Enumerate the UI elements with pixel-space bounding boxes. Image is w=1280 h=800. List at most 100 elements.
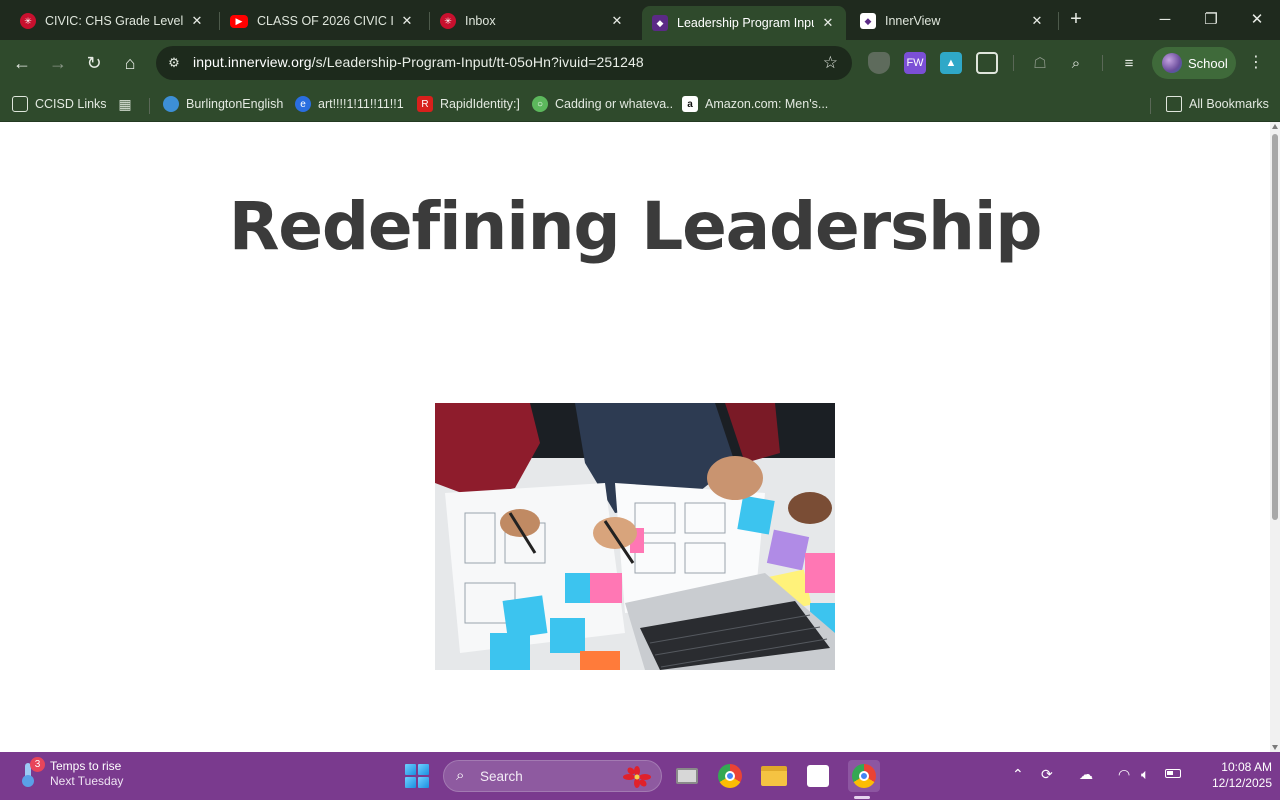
formwise-extension-icon[interactable]: FW: [904, 52, 926, 74]
bookmark-amazon[interactable]: a Amazon.com: Men's...: [682, 93, 828, 115]
onshape-icon: ○: [532, 96, 548, 112]
tab-title: CIVIC: CHS Grade Level: [45, 14, 183, 28]
close-tab-icon[interactable]: ✕: [820, 15, 836, 31]
back-arrow-icon[interactable]: ←: [10, 51, 34, 75]
bookmark-label: Amazon.com: Men's...: [705, 97, 829, 111]
tab-civic-grade-level[interactable]: ✳ CIVIC: CHS Grade Level ✕: [10, 6, 215, 36]
site-info-icon[interactable]: ⚙: [166, 55, 182, 71]
civic-icon: ✳: [20, 13, 36, 29]
clock-date: 12/12/2025: [1211, 776, 1272, 790]
profile-label: School: [1188, 55, 1228, 71]
youtube-icon: ▶: [230, 14, 248, 28]
tab-title: CLASS OF 2026 CIVIC IMP: [257, 14, 393, 28]
restore-icon[interactable]: ❐: [1196, 8, 1226, 32]
bookmark-label: art!!!!1!11!!11!!1: [318, 97, 404, 111]
minimize-icon[interactable]: ─: [1150, 8, 1180, 32]
toolbar-divider: [1102, 55, 1103, 71]
bookmark-label: Cadding or whateva..: [555, 97, 674, 111]
volume-icon[interactable]: 🔈︎: [1141, 766, 1149, 783]
show-hidden-icons-chevron-icon[interactable]: ⌃: [1012, 766, 1024, 783]
toolbar-divider: [1013, 55, 1014, 71]
incognito-icon[interactable]: ☖: [1029, 52, 1051, 74]
edge-icon: e: [295, 96, 311, 112]
clock-time: 10:08 AM: [1221, 760, 1272, 774]
page-viewport: Redefining Leadership: [0, 122, 1270, 752]
tab-leadership-program-input[interactable]: ◆ Leadership Program Input ✕: [642, 6, 846, 40]
page-title: Redefining Leadership: [228, 188, 1043, 265]
battery-icon[interactable]: [1165, 769, 1181, 778]
microsoft-store-icon[interactable]: [804, 762, 832, 790]
wifi-icon[interactable]: ◠: [1118, 766, 1130, 783]
tab-strip: ✳ CIVIC: CHS Grade Level ✕ ▶ CLASS OF 20…: [0, 0, 1280, 40]
forward-arrow-icon[interactable]: →: [46, 51, 70, 75]
scrollbar-thumb[interactable]: [1272, 134, 1278, 520]
task-view-icon[interactable]: [673, 762, 701, 790]
folder-icon: [1166, 96, 1182, 112]
bookmark-cadding[interactable]: ○ Cadding or whateva..: [532, 93, 673, 115]
extensions-puzzle-icon[interactable]: [976, 52, 998, 74]
bookmark-ccisd-links[interactable]: CCISD Links: [12, 93, 107, 115]
reload-icon[interactable]: ↻: [82, 51, 106, 75]
poinsettia-icon: [623, 766, 651, 788]
scroll-up-arrow-icon[interactable]: [1272, 124, 1278, 129]
innerview-icon: ◆: [860, 13, 876, 29]
home-icon[interactable]: ⌂: [118, 51, 142, 75]
search-placeholder: Search: [480, 769, 523, 784]
bookmark-burlingtonenglish[interactable]: BurlingtonEnglish: [163, 93, 283, 115]
close-tab-icon[interactable]: ✕: [609, 13, 625, 29]
new-tab-plus-icon[interactable]: +: [1066, 8, 1086, 32]
bookmarks-divider: [149, 98, 150, 114]
windows-start-icon[interactable]: [405, 764, 429, 788]
civic-icon: ✳: [440, 13, 456, 29]
browser-toolbar: ← → ↻ ⌂ ⚙ input.innerview.org/s/Leadersh…: [0, 40, 1280, 86]
bookmark-star-icon[interactable]: ☆: [823, 53, 838, 73]
onedrive-icon[interactable]: ☁: [1079, 766, 1093, 783]
tab-innerview[interactable]: ◆ InnerView ✕: [850, 6, 1055, 36]
bookmark-label: BurlingtonEnglish: [186, 97, 284, 111]
shield-extension-icon[interactable]: [868, 52, 890, 74]
search-tabs-icon[interactable]: ⌕: [1065, 52, 1087, 74]
rapididentity-icon: R: [417, 96, 433, 112]
hero-image: [435, 403, 835, 670]
chrome-profile-icon[interactable]: [848, 760, 880, 792]
url-text[interactable]: input.innerview.org/s/Leadership-Program…: [193, 54, 644, 70]
tab-title: Leadership Program Input: [677, 16, 814, 30]
amazon-icon: a: [682, 96, 698, 112]
bookmark-rapididentity[interactable]: R RapidIdentity:]: [417, 93, 520, 115]
sync-icon[interactable]: ⟳: [1041, 766, 1053, 783]
bookmark-label: RapidIdentity:]: [440, 97, 520, 111]
apps-grid-icon: ▦: [118, 95, 132, 112]
profile-button[interactable]: School: [1152, 47, 1236, 79]
address-bar[interactable]: ⚙ input.innerview.org/s/Leadership-Progr…: [156, 46, 852, 80]
avatar: [1162, 53, 1182, 73]
bookmark-label: CCISD Links: [35, 97, 107, 111]
weather-widget[interactable]: 3 Temps to rise Next Tuesday: [18, 757, 123, 789]
notification-badge: 3: [30, 757, 45, 772]
more-options-icon[interactable]: ⋮: [1248, 52, 1264, 74]
url-host: input.innerview.org: [193, 54, 312, 70]
close-window-icon[interactable]: ✕: [1242, 8, 1272, 32]
system-clock[interactable]: 10:08 AM 12/12/2025: [1190, 759, 1272, 791]
weather-headline: Temps to rise: [50, 759, 122, 773]
bookmark-art[interactable]: e art!!!!1!11!!11!!1: [295, 93, 404, 115]
tab-class-of-2026[interactable]: ▶ CLASS OF 2026 CIVIC IMP ✕: [220, 6, 425, 36]
bookmarks-divider: [1150, 98, 1151, 114]
file-explorer-icon[interactable]: [760, 762, 788, 790]
taskbar-search-box[interactable]: ⌕ Search: [443, 760, 662, 792]
bookmarks-bar: CCISD Links ▦ BurlingtonEnglish e art!!!…: [0, 86, 1280, 122]
chrome-icon[interactable]: [716, 762, 744, 790]
close-tab-icon[interactable]: ✕: [1029, 13, 1045, 29]
reader-extension-icon[interactable]: ▲: [940, 52, 962, 74]
scroll-down-arrow-icon[interactable]: [1272, 745, 1278, 750]
globe-icon: [163, 96, 179, 112]
all-bookmarks-button[interactable]: All Bookmarks: [1166, 93, 1269, 115]
tab-inbox[interactable]: ✳ Inbox ✕: [430, 6, 635, 36]
close-tab-icon[interactable]: ✕: [399, 13, 415, 29]
page-scrollbar[interactable]: [1270, 122, 1280, 752]
windows-taskbar: 3 Temps to rise Next Tuesday ⌕ Search ⌃ …: [0, 752, 1280, 800]
media-control-icon[interactable]: ≡: [1118, 52, 1140, 74]
innerview-icon: ◆: [652, 15, 668, 31]
close-tab-icon[interactable]: ✕: [189, 13, 205, 29]
tab-divider: [1058, 12, 1059, 30]
bookmark-apps[interactable]: ▦: [117, 93, 140, 115]
